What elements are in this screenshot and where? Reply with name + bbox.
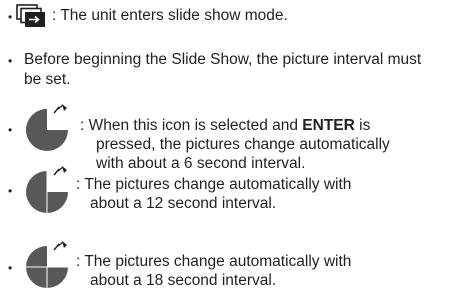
interval-6s-line3: with about a 6 second interval. <box>96 155 306 172</box>
interval-6s-line1: : When this icon is selected and ENTER i… <box>80 117 371 134</box>
interval-18s-line2: about a 18 second interval. <box>90 272 277 289</box>
slideshow-mode-text: : The unit enters slide show mode. <box>52 7 288 24</box>
bullet: • <box>8 184 13 198</box>
bullet: • <box>8 10 13 24</box>
interval-18s-icon <box>26 241 68 288</box>
interval-18s-line1: : The pictures change automatically with <box>76 253 352 270</box>
interval-6s-line2: pressed, the pictures change automatical… <box>96 136 390 153</box>
interval-12s-line1: : The pictures change automatically with <box>76 176 352 193</box>
interval-12s-icon <box>26 166 68 213</box>
interval-note-line1: Before beginning the Slide Show, the pic… <box>24 51 422 68</box>
interval-6s-icon <box>26 104 68 151</box>
bullet: • <box>8 261 13 275</box>
bullet: • <box>8 54 13 68</box>
interval-12s-line2: about a 12 second interval. <box>90 195 277 212</box>
bullet: • <box>8 123 13 137</box>
interval-note-line2: be set. <box>24 71 71 88</box>
slideshow-mode-icon <box>16 4 45 27</box>
